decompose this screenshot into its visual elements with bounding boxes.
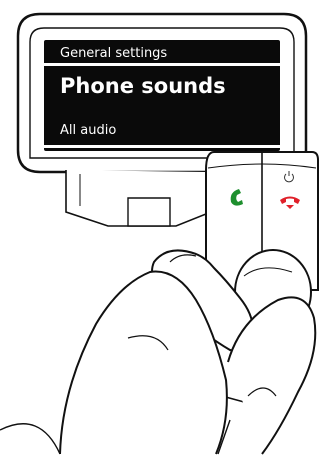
- option-underline: [44, 145, 280, 148]
- device-illustration: General settings Phone sounds All audio: [0, 0, 322, 463]
- header-divider: [44, 63, 280, 66]
- menu-option-value: All audio: [60, 123, 117, 138]
- menu-header: General settings: [60, 46, 168, 61]
- display-screen: General settings Phone sounds All audio: [44, 40, 280, 151]
- menu-selected-item: Phone sounds: [60, 74, 226, 98]
- mount-clip-detail: [127, 197, 171, 227]
